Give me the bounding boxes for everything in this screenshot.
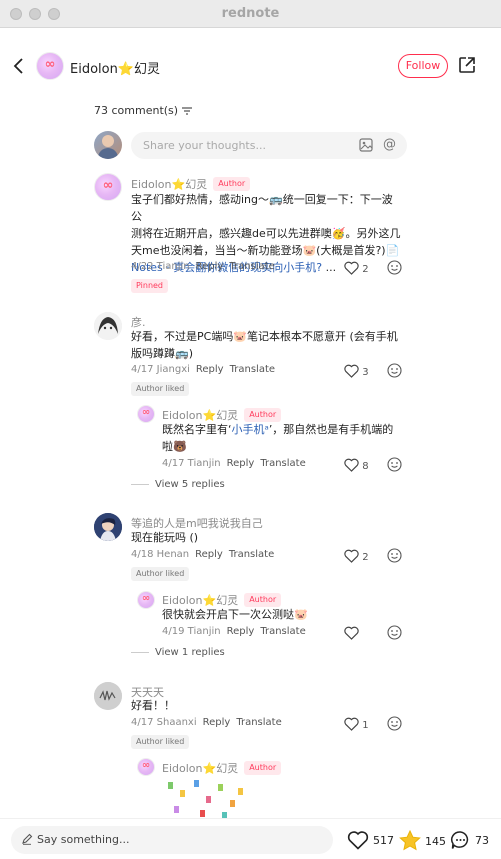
confetti-sticker-image bbox=[160, 778, 250, 819]
say-something-placeholder: Say something... bbox=[37, 833, 130, 846]
heart-icon bbox=[344, 717, 359, 731]
view-replies-button[interactable]: View 5 replies bbox=[131, 479, 225, 490]
view-replies-button[interactable]: View 1 replies bbox=[131, 647, 225, 658]
translate-button[interactable]: Translate bbox=[236, 717, 281, 728]
back-icon[interactable] bbox=[12, 58, 26, 74]
author-name[interactable]: Eidolon⭐幻灵 bbox=[70, 58, 160, 77]
author-tag: Author bbox=[244, 408, 282, 422]
window-titlebar: rednote bbox=[0, 0, 501, 28]
author-liked-badge: Author liked bbox=[131, 382, 190, 396]
avatar[interactable] bbox=[94, 682, 122, 710]
author-avatar[interactable] bbox=[36, 52, 64, 80]
heart-icon bbox=[344, 261, 359, 275]
translate-button[interactable]: Translate bbox=[260, 458, 305, 469]
reply-text: 很快就会开启下一次公测哒🐷 bbox=[162, 608, 308, 621]
mention-icon[interactable]: @ bbox=[383, 137, 399, 153]
anime-avatar-image bbox=[94, 312, 122, 340]
heart-icon bbox=[344, 364, 359, 378]
avatar[interactable] bbox=[137, 758, 155, 776]
reply-button[interactable]: Reply bbox=[196, 261, 224, 272]
avatar[interactable] bbox=[94, 173, 122, 201]
reply-button[interactable]: Reply bbox=[227, 458, 255, 469]
translate-button[interactable]: Translate bbox=[260, 626, 305, 637]
emoji-react-icon[interactable] bbox=[387, 363, 402, 378]
sketch-avatar-image bbox=[94, 682, 122, 710]
star-icon bbox=[399, 829, 421, 851]
heart-icon bbox=[344, 458, 359, 472]
author-tag: Author bbox=[244, 593, 282, 607]
mention-link[interactable]: 小手机ᵃ bbox=[232, 423, 269, 436]
comment-input-placeholder: Share your thoughts... bbox=[143, 139, 266, 152]
reply-text: 既然名字里有‘小手机ᵃ’，那自然也是有手机端的 啦🐻 bbox=[162, 423, 394, 453]
translate-button[interactable]: Translate bbox=[230, 364, 275, 375]
say-something-input[interactable]: Say something... bbox=[11, 826, 333, 854]
bottom-bar: Say something... 517 145 73 bbox=[0, 818, 501, 859]
commenter-name[interactable]: Eidolon⭐幻灵 Author bbox=[131, 176, 251, 192]
comment-meta: 4/18 Henan Reply Translate bbox=[131, 549, 275, 560]
reply-meta: 4/19 Tianjin Reply Translate bbox=[162, 626, 306, 637]
avatar[interactable] bbox=[94, 312, 122, 340]
like-button[interactable] bbox=[344, 626, 359, 640]
heart-icon bbox=[344, 549, 359, 563]
window-title: rednote bbox=[221, 6, 280, 21]
heart-icon bbox=[344, 626, 359, 640]
star-icon: ⭐ bbox=[117, 62, 135, 77]
image-icon[interactable] bbox=[359, 138, 373, 152]
avatar[interactable] bbox=[137, 405, 155, 423]
star-icon: ⭐ bbox=[171, 178, 186, 191]
emoji-react-icon[interactable] bbox=[387, 260, 402, 275]
comments-button[interactable]: 73 bbox=[450, 830, 489, 850]
translate-button[interactable]: Translate bbox=[229, 549, 274, 560]
anime-avatar-image bbox=[94, 513, 122, 541]
commenter-name[interactable]: Eidolon⭐幻灵 Author bbox=[162, 760, 282, 776]
like-button[interactable]: 3 bbox=[344, 364, 369, 378]
pinned-badge: Pinned bbox=[131, 279, 169, 293]
reply-button[interactable]: Reply bbox=[203, 717, 231, 728]
comment-text: 好看，不过是PC端吗🐷笔记本根本不愿意开 (会有手机 版吗蹲蹲🚌) bbox=[131, 330, 398, 360]
like-button[interactable]: 2 bbox=[344, 549, 369, 563]
comment-meta: 4/22 Tianjin Reply Translate bbox=[131, 261, 275, 272]
heart-icon bbox=[347, 831, 369, 850]
like-post-button[interactable]: 517 bbox=[347, 830, 394, 850]
like-button[interactable]: 8 bbox=[344, 458, 369, 472]
current-user-avatar bbox=[94, 131, 122, 159]
follow-button[interactable]: Follow bbox=[398, 54, 448, 78]
comment-bubble-icon bbox=[451, 831, 469, 849]
reply-button[interactable]: Reply bbox=[196, 364, 224, 375]
like-button[interactable]: 2 bbox=[344, 261, 369, 275]
comment-input[interactable]: Share your thoughts... @ bbox=[131, 132, 407, 159]
author-liked-badge: Author liked bbox=[131, 567, 190, 581]
like-button[interactable]: 1 bbox=[344, 717, 369, 731]
post-header: Eidolon⭐幻灵 Follow bbox=[0, 28, 501, 104]
translate-button[interactable]: Translate bbox=[229, 261, 274, 272]
emoji-react-icon[interactable] bbox=[387, 625, 402, 640]
author-tag: Author bbox=[244, 761, 282, 775]
comment-count[interactable]: 73 comment(s) bbox=[94, 104, 193, 117]
avatar[interactable] bbox=[94, 513, 122, 541]
avatar[interactable] bbox=[137, 591, 155, 609]
comment-meta: 4/17 Jiangxi Reply Translate bbox=[131, 364, 276, 375]
comment-meta: 4/17 Shaanxi Reply Translate bbox=[131, 717, 282, 728]
reply-button[interactable]: Reply bbox=[195, 549, 223, 560]
author-liked-badge: Author liked bbox=[131, 735, 190, 749]
comment-text: 现在能玩吗 () bbox=[131, 531, 199, 544]
emoji-react-icon[interactable] bbox=[387, 716, 402, 731]
reply-button[interactable]: Reply bbox=[227, 626, 255, 637]
collect-button[interactable]: 145 bbox=[399, 829, 446, 851]
pencil-icon bbox=[22, 833, 33, 845]
author-tag: Author bbox=[213, 177, 251, 191]
comment-text: 好看！！ bbox=[131, 699, 175, 712]
share-icon[interactable] bbox=[458, 56, 476, 74]
emoji-react-icon[interactable] bbox=[387, 548, 402, 563]
star-icon: ⭐ bbox=[202, 762, 217, 775]
reply-meta: 4/17 Tianjin Reply Translate bbox=[162, 458, 306, 469]
emoji-react-icon[interactable] bbox=[387, 457, 402, 472]
sort-icon[interactable] bbox=[182, 107, 193, 115]
